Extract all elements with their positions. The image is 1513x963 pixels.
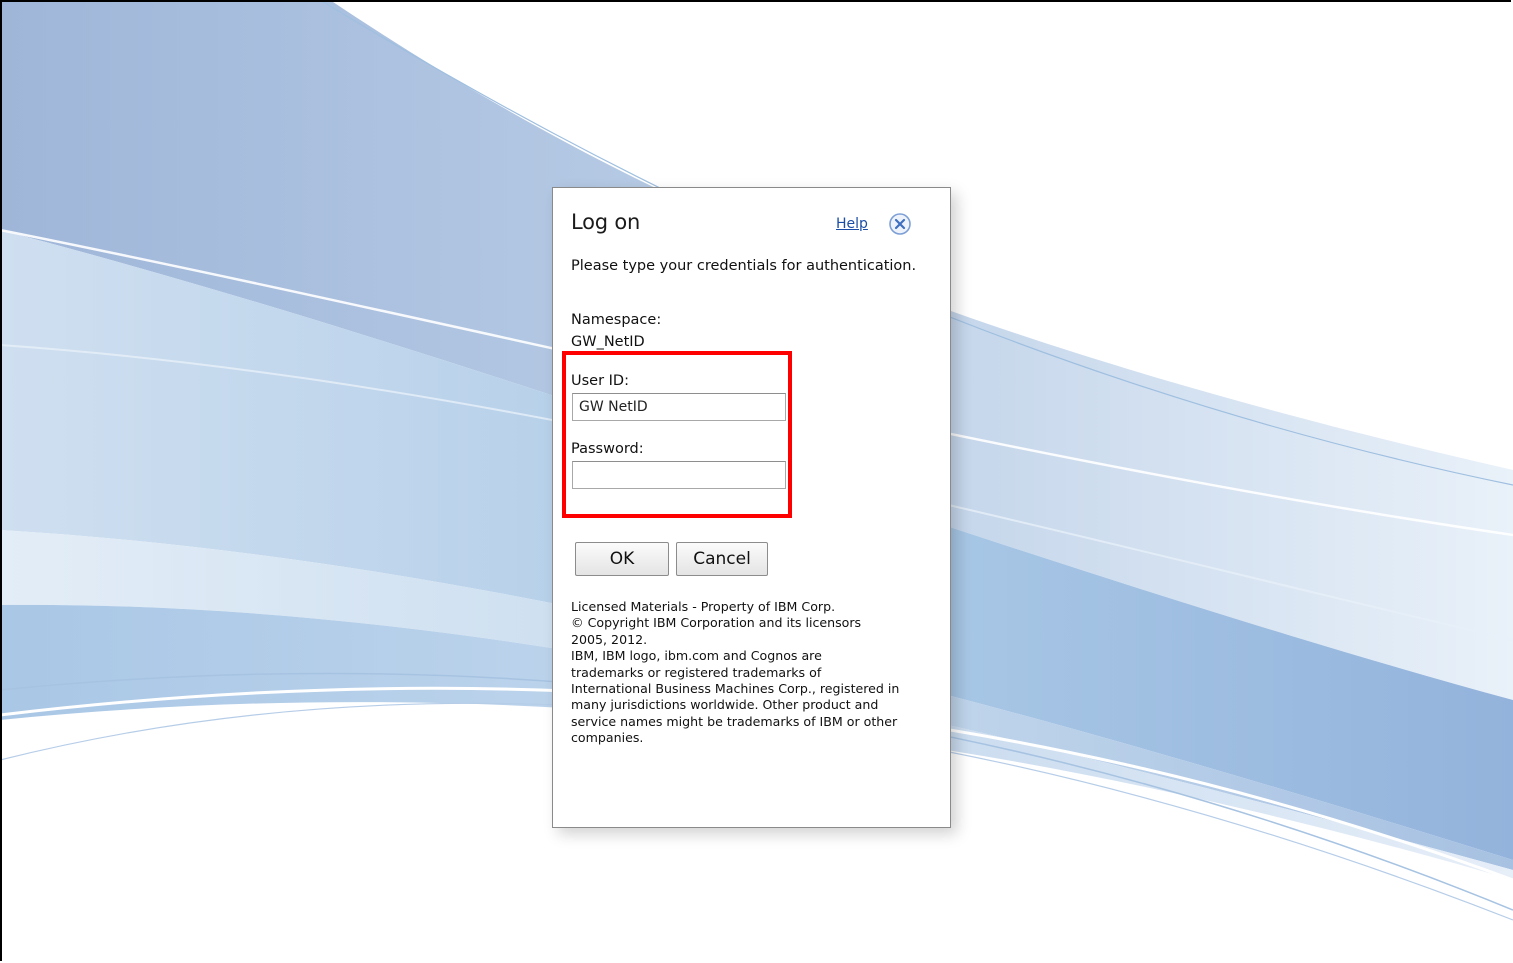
legal-line: IBM, IBM logo, ibm.com and Cognos are bbox=[571, 648, 822, 664]
legal-line: © Copyright IBM Corporation and its lice… bbox=[571, 615, 862, 631]
legal-line: International Business Machines Corp., r… bbox=[571, 681, 900, 697]
help-link[interactable]: Help bbox=[836, 216, 868, 232]
legal-line: service names might be trademarks of IBM… bbox=[571, 713, 898, 729]
userid-label: User ID: bbox=[571, 373, 629, 389]
ok-button[interactable]: OK bbox=[575, 542, 669, 576]
dialog-title: Log on bbox=[571, 210, 641, 234]
legal-notice: Licensed Materials - Property of IBM Cor… bbox=[571, 599, 933, 747]
legal-line: Licensed Materials - Property of IBM Cor… bbox=[571, 599, 836, 614]
legal-line: trademarks or registered trademarks of bbox=[571, 664, 822, 680]
namespace-value: GW_NetID bbox=[571, 334, 645, 350]
legal-line: many jurisdictions worldwide. Other prod… bbox=[571, 697, 879, 713]
userid-input[interactable] bbox=[572, 393, 786, 421]
password-input[interactable] bbox=[572, 461, 786, 489]
logon-dialog: Log on Help Please type your credentials… bbox=[552, 187, 951, 828]
close-icon[interactable] bbox=[888, 212, 912, 236]
legal-line: companies. bbox=[571, 730, 644, 746]
cancel-button[interactable]: Cancel bbox=[676, 542, 768, 576]
legal-line: 2005, 2012. bbox=[571, 631, 648, 647]
password-label: Password: bbox=[571, 441, 644, 457]
instruction-text: Please type your credentials for authent… bbox=[571, 258, 917, 274]
namespace-label: Namespace: bbox=[571, 312, 662, 328]
screen: Log on Help Please type your credentials… bbox=[0, 0, 1513, 963]
